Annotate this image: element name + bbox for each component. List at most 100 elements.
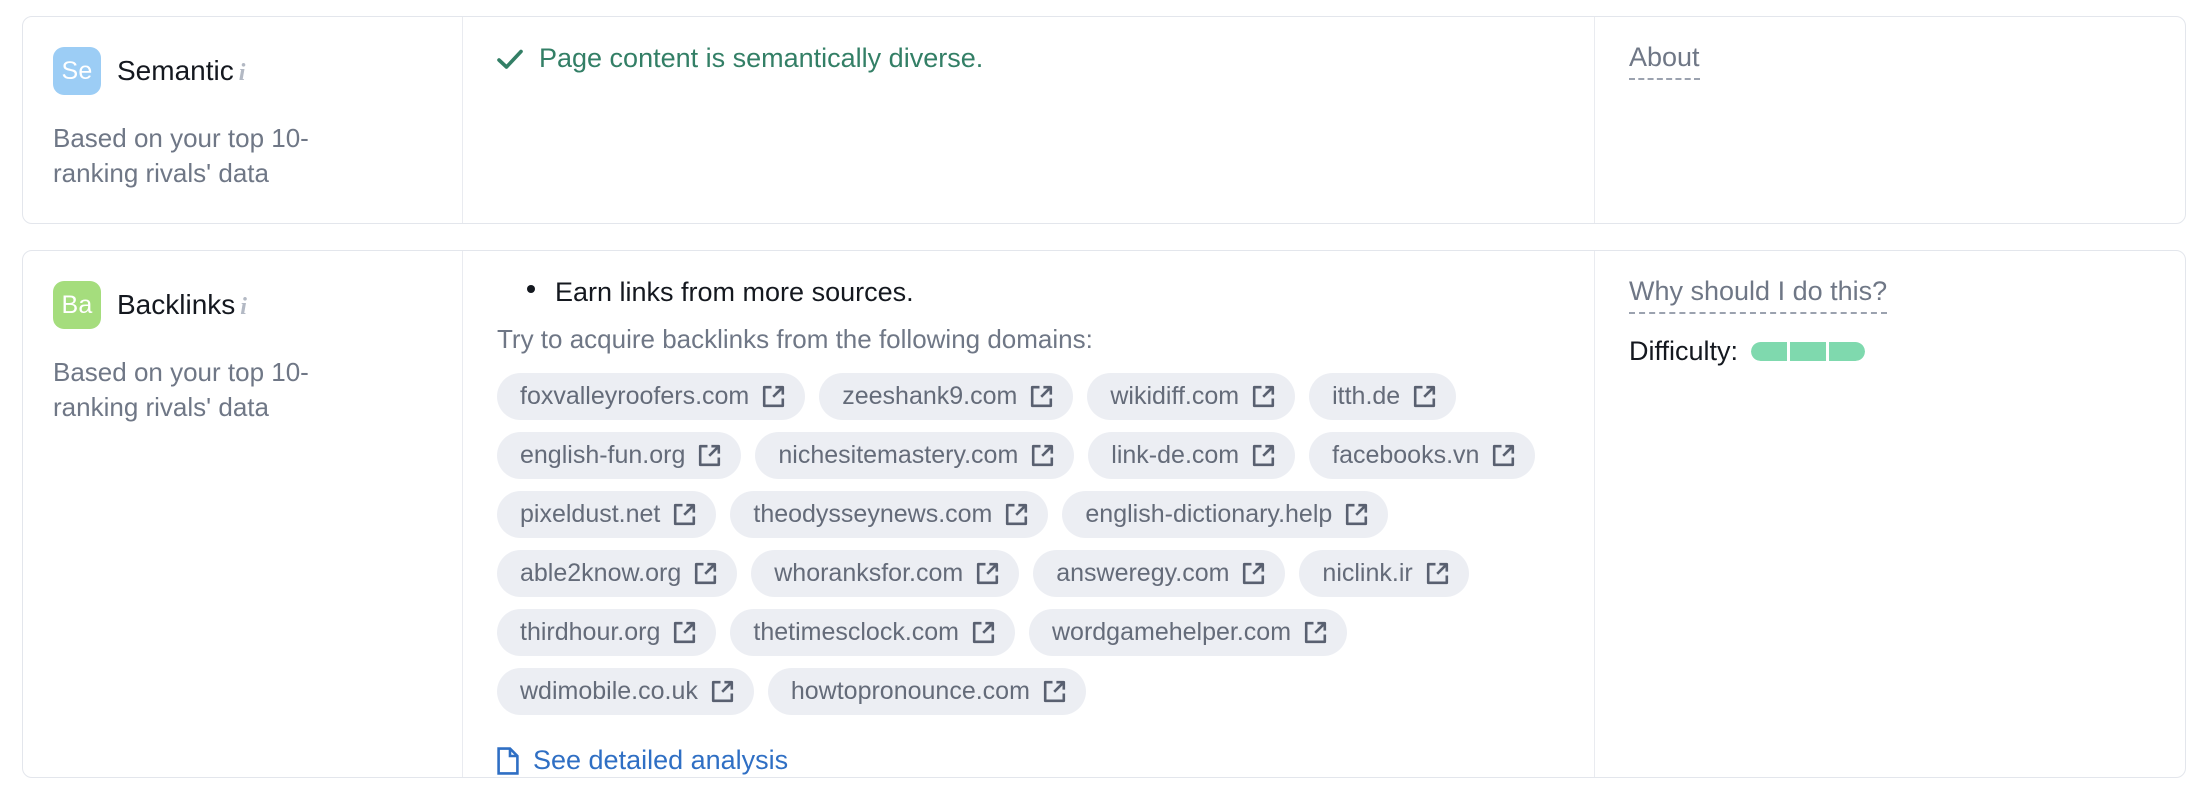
domain-chip-label: english-dictionary.help [1085,500,1333,528]
semantic-header: Se Semantic i [53,47,432,95]
domain-chip[interactable]: nichesitemastery.com [755,432,1075,479]
external-link-icon [1006,503,1028,525]
domain-chip[interactable]: facebooks.vn [1309,432,1536,479]
backlinks-title: Backlinks i [117,289,247,321]
domain-chip-label: thirdhour.org [520,618,661,646]
semantic-badge: Se [53,47,101,95]
domain-chip[interactable]: wdimobile.co.uk [497,668,754,715]
backlinks-subtitle: Based on your top 10-ranking rivals' dat… [53,357,309,422]
domain-chip-label: foxvalleyroofers.com [520,382,750,410]
domains-instruction: Try to acquire backlinks from the follow… [497,324,1093,354]
about-link[interactable]: About [1629,42,1700,80]
backlinks-title-text: Backlinks [117,289,236,320]
domain-chip-label: thetimesclock.com [753,618,959,646]
difficulty-segment [1790,341,1827,361]
domain-chip[interactable]: link-de.com [1088,432,1296,479]
backlinks-header: Ba Backlinks i [53,281,432,329]
document-icon [497,746,519,775]
domain-chip[interactable]: pixeldust.net [497,491,717,538]
external-link-icon [1493,444,1515,466]
difficulty-row: Difficulty: [1629,336,2151,367]
difficulty-segment [1829,341,1866,361]
domain-chip-list: foxvalleyroofers.com zeeshank9.com wikidif… [497,373,1537,715]
domain-chip-label: link-de.com [1111,441,1240,469]
domain-chip[interactable]: foxvalleyroofers.com [497,373,806,420]
semantic-main-column: Page content is semantically diverse. [463,17,1595,223]
domain-chip[interactable]: itth.de [1309,373,1457,420]
domain-chip-label: nichesitemastery.com [778,441,1019,469]
external-link-icon [1031,385,1053,407]
domain-chip-label: answeregy.com [1056,559,1230,587]
domain-chip-label: facebooks.vn [1332,441,1480,469]
domain-chip-label: able2know.org [520,559,682,587]
domain-chip-label: wdimobile.co.uk [520,677,698,705]
external-link-icon [699,444,721,466]
external-link-icon [695,562,717,584]
external-link-icon [1253,385,1275,407]
domain-chip-label: itth.de [1332,382,1401,410]
see-detailed-analysis-label: See detailed analysis [533,745,789,775]
difficulty-segment [1751,341,1788,361]
semantic-title: Semantic i [117,55,245,87]
backlinks-badge: Ba [53,281,101,329]
domain-chip[interactable]: whoranksfor.com [751,550,1020,597]
external-link-icon [972,621,995,643]
external-link-icon [674,503,696,525]
external-link-icon [1426,562,1448,584]
why-should-i-do-this-link[interactable]: Why should I do this? [1629,276,1888,314]
external-link-icon [763,385,785,407]
backlinks-card: Ba Backlinks i Based on your top 10-ranki… [22,250,2186,778]
difficulty-label: Difficulty: [1629,335,1739,366]
domain-chip[interactable]: answeregy.com [1033,550,1286,597]
domain-chip[interactable]: english-dictionary.help [1062,491,1389,538]
external-link-icon [1304,621,1327,643]
check-icon [497,49,523,69]
domain-chip[interactable]: howtopronounce.com [767,668,1086,715]
domain-chip[interactable]: wikidiff.com [1087,373,1296,420]
domain-chip-label: pixeldust.net [520,500,661,528]
external-link-icon [1032,444,1054,466]
difficulty-meter [1751,341,1866,361]
external-link-icon [1243,562,1265,584]
backlinks-label-column: Ba Backlinks i Based on your top 10-ranki… [23,251,463,777]
semantic-label-column: Se Semantic i Based on your top 10-rankin… [23,17,463,223]
domain-chip-label: whoranksfor.com [774,559,964,587]
domain-chip-label: theodysseynews.com [753,500,993,528]
domain-chip[interactable]: thetimesclock.com [730,609,1015,656]
domain-chip-label: wikidiff.com [1110,382,1240,410]
external-link-icon [1253,444,1275,466]
domain-chip-label: howtopronounce.com [790,677,1030,705]
backlinks-aside-column: Why should I do this? Difficulty: [1595,251,2185,777]
info-icon[interactable]: i [239,60,246,86]
see-detailed-analysis-link[interactable]: See detailed analysis [497,745,788,776]
domain-chip-label: english-fun.org [520,441,686,469]
backlinks-main-column: Earn links from more sources. Try to acq… [463,251,1595,777]
external-link-icon [1043,680,1066,702]
domain-chip-label: niclink.ir [1322,559,1413,587]
semantic-subtitle: Based on your top 10-ranking rivals' dat… [53,123,309,188]
external-link-icon [1346,503,1368,525]
domain-chip-label: zeeshank9.com [842,382,1018,410]
domain-chip[interactable]: able2know.org [497,550,738,597]
bullet-icon [527,285,535,293]
semantic-status-text: Page content is semantically diverse. [539,43,984,73]
domain-chip[interactable]: zeeshank9.com [819,373,1074,420]
recommendations-panel: Se Semantic i Based on your top 10-rankin… [0,0,2208,796]
external-link-icon [711,680,733,702]
recommendation-text: Earn links from more sources. [555,277,914,307]
external-link-icon [674,621,696,643]
info-icon[interactable]: i [240,294,247,320]
domain-chip[interactable]: niclink.ir [1299,550,1469,597]
semantic-card: Se Semantic i Based on your top 10-rankin… [22,16,2186,224]
domain-chip[interactable]: english-fun.org [497,432,742,479]
semantic-aside-column: About [1595,17,2185,223]
domain-chip[interactable]: thirdhour.org [497,609,717,656]
external-link-icon [977,562,999,584]
semantic-status: Page content is semantically diverse. [497,43,1560,74]
domain-chip-label: wordgamehelper.com [1052,618,1292,646]
domain-chip[interactable]: wordgamehelper.com [1029,609,1348,656]
domain-chip[interactable]: theodysseynews.com [730,491,1049,538]
external-link-icon [1414,385,1436,407]
recommendation-item: Earn links from more sources. [497,277,1560,308]
semantic-title-text: Semantic [117,55,234,86]
